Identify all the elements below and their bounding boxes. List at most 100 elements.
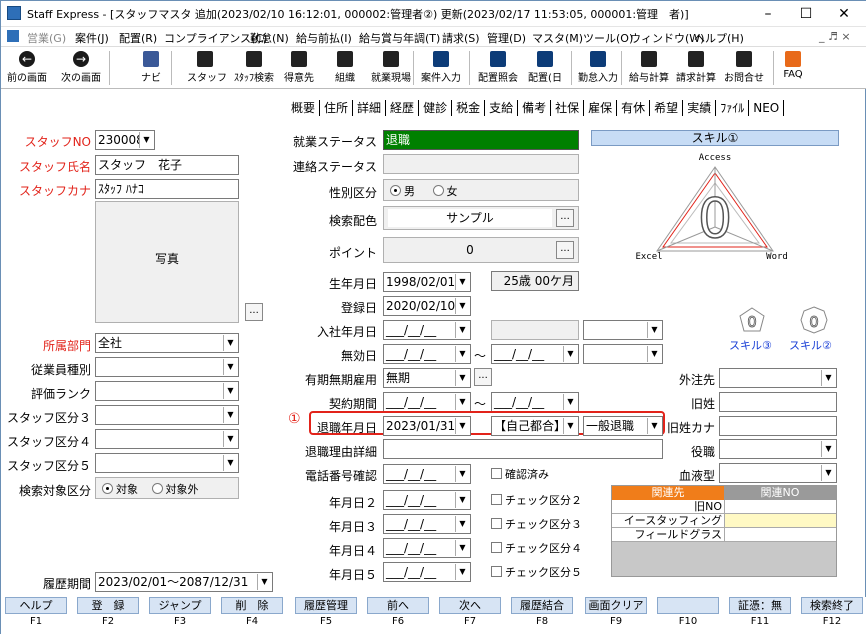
menu-tools[interactable]: ツール(O) [583, 30, 633, 46]
toolbar-job-input-button[interactable]: 案件入力 [419, 49, 463, 87]
staff-cat5-select[interactable]: ▼ [95, 453, 239, 473]
retire-reason-select[interactable]: 【自己都合】 ▼ [491, 416, 579, 436]
related-row-value[interactable] [724, 500, 836, 514]
tab-14[interactable]: NEO [749, 100, 785, 116]
tab-4[interactable]: 健診 [419, 100, 453, 116]
tab-8[interactable]: 社保 [551, 100, 585, 116]
join-select[interactable]: ___/__/__ ▼ [383, 320, 471, 340]
fkey-f5-button[interactable]: 履歴管理 [295, 597, 357, 614]
date5-select[interactable]: ___/__/__ ▼ [383, 562, 471, 582]
staff-no-select[interactable]: 230008 ▼ [95, 130, 155, 150]
phone-check-checkbox[interactable]: 確認済み [491, 466, 549, 482]
blood-select[interactable]: ▼ [719, 463, 837, 483]
contact-status-field[interactable] [383, 154, 579, 174]
birth-select[interactable]: 1998/02/01 ▼ [383, 272, 471, 292]
toolbar-payroll-button[interactable]: 給与計算 [627, 49, 671, 87]
menu-billing[interactable]: 請求(S) [442, 30, 480, 46]
invalid-from-select[interactable]: ___/__/__ ▼ [383, 344, 471, 364]
toolbar-staff-button[interactable]: スタッフ [187, 49, 227, 87]
toolbar-faq-button[interactable]: FAQ [777, 49, 809, 87]
related-row-value[interactable] [724, 514, 836, 528]
toolbar-site-button[interactable]: 就業現場 [369, 49, 413, 87]
phone-check-select[interactable]: ___/__/__ ▼ [383, 464, 471, 484]
toolbar-forward-arrow-button[interactable]: → 次の画面 [57, 49, 105, 87]
fkey-f6-button[interactable]: 前へ [367, 597, 429, 614]
join-extra-select[interactable]: ▼ [583, 320, 663, 340]
contract-to-select[interactable]: ___/__/__ ▼ [491, 392, 579, 412]
toolbar-attendance-button[interactable]: 勤怠入力 [575, 49, 621, 87]
tab-7[interactable]: 備考 [518, 100, 552, 116]
skill2-label[interactable]: スキル② [789, 337, 832, 353]
toolbar-org-button[interactable]: 組織 [329, 49, 361, 87]
minimize-button[interactable]: – [749, 1, 787, 27]
check4-checkbox[interactable]: チェック区分４ [491, 540, 582, 556]
related-row-value[interactable] [724, 528, 836, 542]
contract-from-select[interactable]: ___/__/__ ▼ [383, 392, 471, 412]
tab-3[interactable]: 経歴 [386, 100, 420, 116]
tab-2[interactable]: 詳細 [353, 100, 387, 116]
skill3-mini-chart[interactable]: 0 [737, 305, 767, 335]
check2-checkbox[interactable]: チェック区分２ [491, 492, 582, 508]
menu-help[interactable]: ヘルプ(H) [694, 30, 744, 46]
tab-9[interactable]: 雇保 [584, 100, 618, 116]
toolbar-billing-button[interactable]: 請求計算 [675, 49, 717, 87]
retire-date-select[interactable]: 2023/01/31 ▼ [383, 416, 471, 436]
fkey-f9-button[interactable]: 画面クリア [585, 597, 647, 614]
fkey-f1-button[interactable]: ヘルプ [5, 597, 67, 614]
radio-non-target[interactable] [151, 483, 163, 494]
menu-payroll[interactable]: 給与賞与年調(T) [359, 30, 440, 46]
check5-checkbox[interactable]: チェック区分５ [491, 564, 582, 580]
staff-cat4-select[interactable]: ▼ [95, 429, 239, 449]
invalid-extra-select[interactable]: ▼ [583, 344, 663, 364]
toolbar-assign-daily-button[interactable]: 配置(日 [525, 49, 565, 87]
fkey-f2-button[interactable]: 登 録 [77, 597, 139, 614]
tab-6[interactable]: 支給 [485, 100, 519, 116]
tab-0[interactable]: 概要 [287, 100, 321, 116]
toolbar-client-button[interactable]: 得意先 [281, 49, 317, 87]
point-button[interactable]: ... [556, 241, 574, 259]
toolbar-assign-inquiry-button[interactable]: 配置照会 [475, 49, 521, 87]
mdi-controls[interactable]: _ ♬ × [819, 30, 851, 43]
radio-female[interactable] [432, 185, 444, 196]
invalid-to-select[interactable]: ___/__/__ ▼ [491, 344, 579, 364]
work-status-field[interactable]: 退職 [383, 130, 579, 150]
staff-kana-input[interactable]: ｽﾀｯﾌ ﾊﾅｺ [95, 179, 239, 199]
menu-attendance[interactable]: 勤怠(N) [250, 30, 289, 46]
post-select[interactable]: ▼ [719, 439, 837, 459]
date2-select[interactable]: ___/__/__ ▼ [383, 490, 471, 510]
menu-admin[interactable]: 管理(D) [487, 30, 526, 46]
emp-type-select[interactable]: ▼ [95, 357, 239, 377]
photo-box[interactable]: 写真 [95, 201, 239, 323]
photo-browse-button[interactable]: ... [245, 303, 263, 321]
old-name-input[interactable] [719, 392, 837, 412]
date3-select[interactable]: ___/__/__ ▼ [383, 514, 471, 534]
fkey-f8-button[interactable]: 履歴結合 [511, 597, 573, 614]
menu-sales[interactable]: 営業(G) [27, 30, 66, 46]
dept-select[interactable]: 全社 ▼ [95, 333, 239, 353]
fkey-f3-button[interactable]: ジャンプ [149, 597, 211, 614]
skill2-mini-chart[interactable]: 0 [799, 305, 829, 335]
fkey-f10-button[interactable] [657, 597, 719, 614]
check3-checkbox[interactable]: チェック区分３ [491, 516, 582, 532]
color-button[interactable]: ... [556, 209, 574, 227]
outsource-select[interactable]: ▼ [719, 368, 837, 388]
menu-master[interactable]: マスタ(M) [532, 30, 583, 46]
close-button[interactable]: ✕ [825, 1, 863, 27]
reg-select[interactable]: 2020/02/10 ▼ [383, 296, 471, 316]
maximize-button[interactable]: ☐ [787, 1, 825, 27]
menu-job[interactable]: 案件(J) [75, 30, 109, 46]
join-extra-field[interactable] [491, 320, 579, 340]
staff-name-input[interactable]: スタッフ 花子 [95, 155, 239, 175]
tab-1[interactable]: 住所 [320, 100, 354, 116]
menu-advance[interactable]: 給与前払(I) [296, 30, 352, 46]
old-kana-input[interactable] [719, 416, 837, 436]
fkey-f4-button[interactable]: 削 除 [221, 597, 283, 614]
fkey-f11-button[interactable]: 証憑：無 [729, 597, 791, 614]
toolbar-inquiry-button[interactable]: お問合せ [723, 49, 765, 87]
history-select[interactable]: 2023/02/01～2087/12/31 ▼ [95, 572, 273, 592]
toolbar-staff-search-button[interactable]: ｽﾀｯﾌ検索 [231, 49, 277, 87]
term-select[interactable]: 無期 ▼ [383, 368, 471, 388]
fkey-f7-button[interactable]: 次へ [439, 597, 501, 614]
staff-cat3-select[interactable]: ▼ [95, 405, 239, 425]
tab-5[interactable]: 税金 [452, 100, 486, 116]
